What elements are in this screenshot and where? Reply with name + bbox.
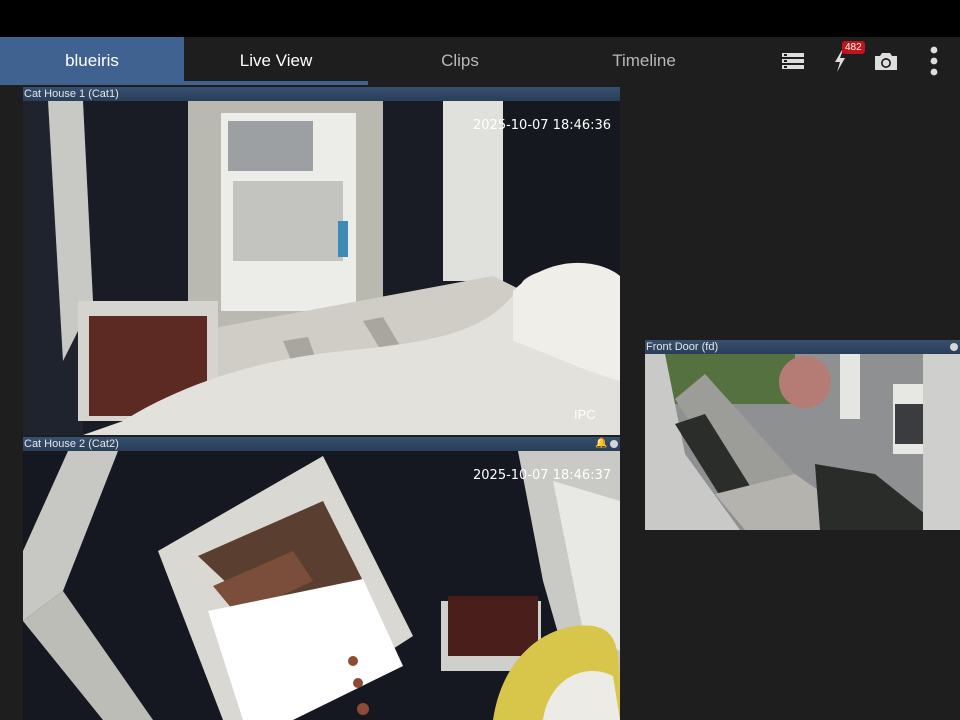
camera-timestamp: 2025-10-07 18:46:36 [473,118,612,133]
alert-count-badge: 482 [842,41,865,54]
camera-title: Cat House 1 (Cat1) [23,87,620,101]
camera-feed[interactable] [645,354,960,530]
tab-timeline[interactable]: Timeline [552,37,736,85]
camera-title: Cat House 2 (Cat2) [23,437,620,451]
ipc-label: IPC [574,407,596,422]
status-dot-icon [950,343,958,351]
camera-tile-cat-house-2[interactable]: Cat House 2 (Cat2) 🔔 2025-10-07 18:46:37 [23,437,620,720]
navigation-bar: blueiris Live View Clips Timeline 482 [0,37,960,85]
tab-clips[interactable]: Clips [368,37,552,85]
tab-live-view[interactable]: Live View [184,37,368,85]
brand-logo[interactable]: blueiris [0,37,184,85]
status-dot-icon [610,440,618,448]
camera-feed[interactable]: 2025-10-07 18:46:36 IPC [23,101,620,435]
camera-timestamp: 2025-10-07 18:46:37 [473,468,612,483]
camera-tile-front-door[interactable]: Front Door (fd) [645,340,960,530]
bell-icon: 🔔 [595,438,608,449]
more-vert-icon[interactable] [920,46,948,76]
camera-icon[interactable] [872,47,900,75]
camera-tile-cat-house-1[interactable]: Cat House 1 (Cat1) 2025-10-07 18:46:36 I… [23,87,620,435]
camera-title: Front Door (fd) [645,340,960,354]
camera-feed[interactable]: 2025-10-07 18:46:37 [23,451,620,720]
top-black-bar [0,0,960,37]
list-icon[interactable] [779,47,807,75]
